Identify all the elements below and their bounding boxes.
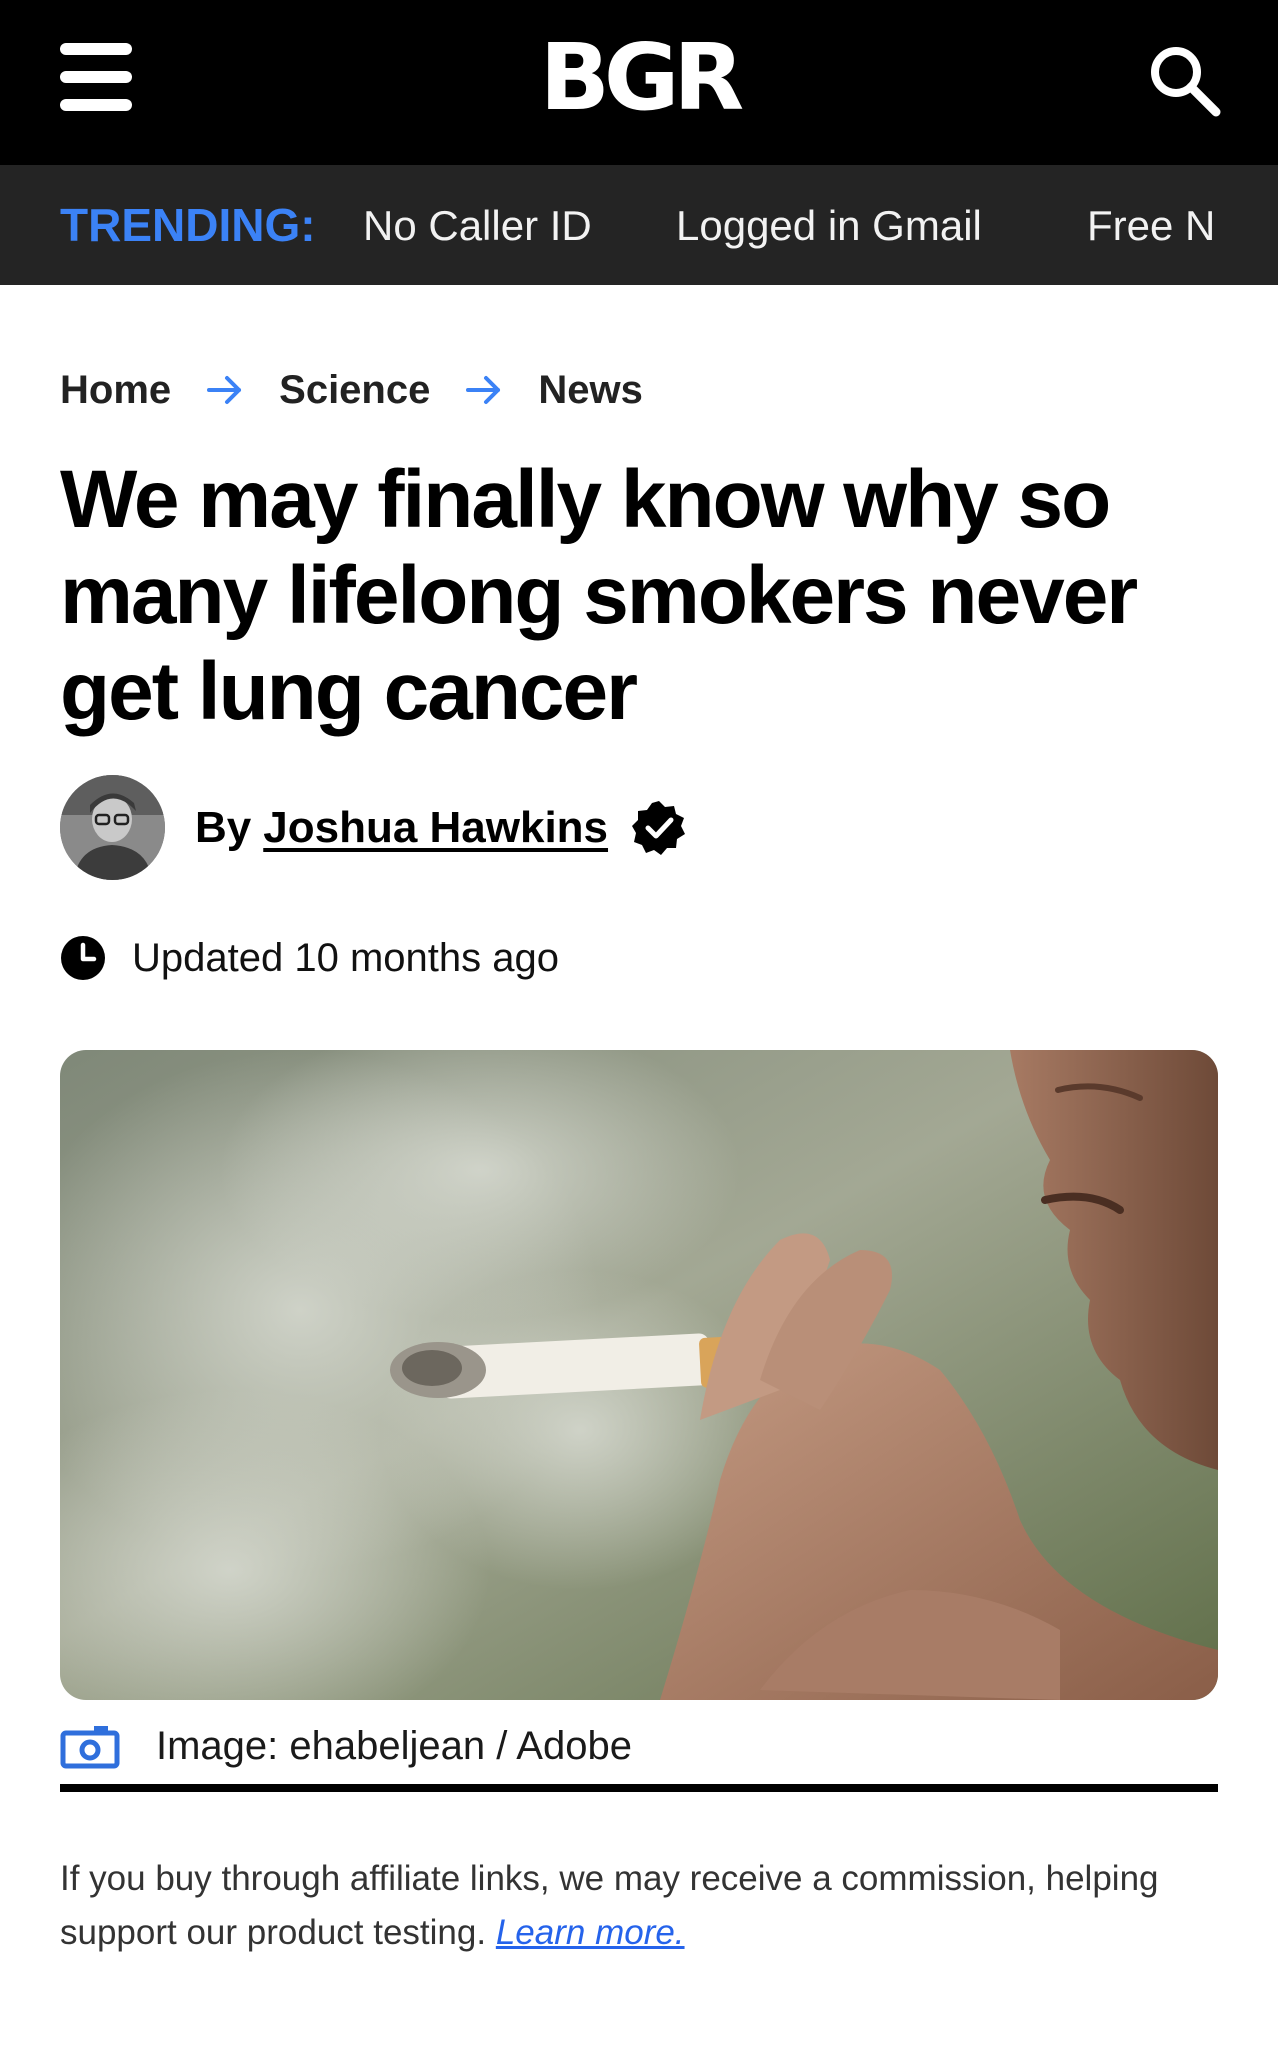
breadcrumb-home[interactable]: Home xyxy=(60,368,171,413)
byline-prefix: By xyxy=(195,802,252,852)
breadcrumb: Home Science News xyxy=(60,362,643,418)
updated-row: Updated 10 months ago xyxy=(60,930,559,986)
article-title: We may finally know why so many lifelong… xyxy=(60,454,1138,737)
trending-link[interactable]: Free N xyxy=(1087,201,1215,251)
trending-bar: TRENDING: No Caller ID Logged in Gmail F… xyxy=(0,165,1278,285)
trending-link[interactable]: Logged in Gmail xyxy=(676,201,982,251)
hero-image xyxy=(60,1050,1218,1700)
updated-text: Updated 10 months ago xyxy=(132,935,559,980)
arrow-right-icon xyxy=(207,376,242,404)
trending-link[interactable]: No Caller ID xyxy=(363,201,592,251)
learn-more-link[interactable]: Learn more. xyxy=(496,1913,685,1952)
camera-icon xyxy=(60,1726,120,1769)
author-row: By Joshua Hawkins xyxy=(60,775,688,880)
trending-label: TRENDING: xyxy=(60,199,316,251)
clock-icon xyxy=(61,936,105,980)
author-link[interactable]: Joshua Hawkins xyxy=(263,803,608,853)
site-logo[interactable]: BGR xyxy=(0,28,1278,128)
image-credit-text: Image: ehabeljean / Adobe xyxy=(156,1723,632,1768)
breadcrumb-science[interactable]: Science xyxy=(279,368,430,413)
search-icon[interactable] xyxy=(1146,42,1222,118)
image-credit: Image: ehabeljean / Adobe xyxy=(60,1718,632,1774)
author-avatar[interactable] xyxy=(60,775,165,880)
byline: By Joshua Hawkins xyxy=(195,799,688,857)
divider xyxy=(60,1784,1218,1792)
breadcrumb-news[interactable]: News xyxy=(538,368,643,413)
site-header: BGR xyxy=(0,0,1278,165)
arrow-right-icon xyxy=(466,376,501,404)
affiliate-disclosure: If you buy through affiliate links, we m… xyxy=(60,1852,1230,1960)
verified-badge-icon xyxy=(632,800,686,855)
